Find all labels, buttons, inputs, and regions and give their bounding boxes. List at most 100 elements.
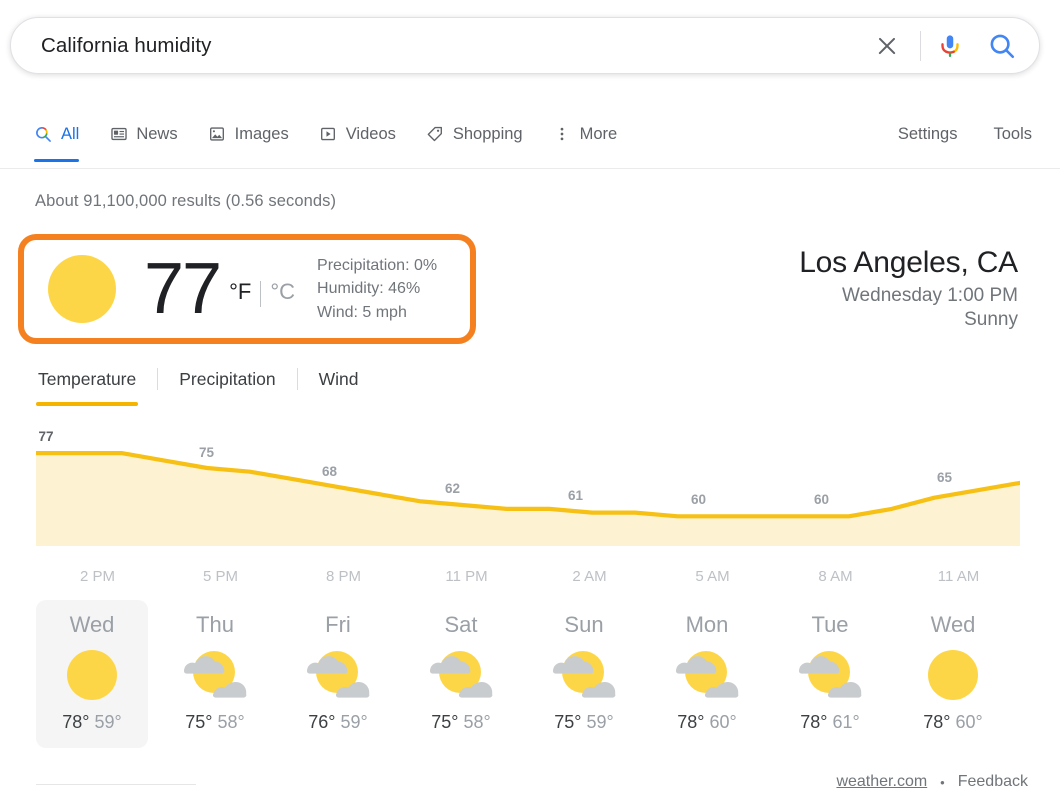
weather-footer: weather.com • Feedback bbox=[836, 773, 1028, 791]
chart-point-label: 60 bbox=[813, 492, 830, 508]
chart-point-label: 68 bbox=[321, 464, 338, 479]
tab-more[interactable]: More bbox=[553, 112, 618, 156]
partly-cloudy-icon bbox=[424, 642, 498, 708]
news-icon bbox=[109, 125, 128, 144]
google-search-icon bbox=[34, 125, 53, 144]
microphone-icon[interactable] bbox=[935, 30, 965, 62]
search-nav-tabs: All News Images Videos Shopping More bbox=[34, 112, 647, 162]
forecast-high: 75° bbox=[185, 712, 213, 732]
settings-button[interactable]: Settings bbox=[898, 125, 958, 144]
chart-hour-axis: 2 PM 5 PM 8 PM 11 PM 2 AM 5 AM 8 AM 11 AM bbox=[36, 568, 1020, 590]
partly-cloudy-icon bbox=[793, 642, 867, 708]
forecast-day-temps: 78° 60° bbox=[923, 712, 982, 733]
forecast-day[interactable]: Tue 78° 61° bbox=[774, 600, 886, 748]
sun-icon bbox=[55, 642, 129, 708]
forecast-day[interactable]: Mon 78° 60° bbox=[651, 600, 763, 748]
tab-wind[interactable]: Wind bbox=[317, 369, 361, 390]
forecast-day-temps: 76° 59° bbox=[308, 712, 367, 733]
forecast-day-name: Sun bbox=[564, 612, 604, 637]
forecast-day-temps: 75° 59° bbox=[554, 712, 613, 733]
chart-point-label: 77 bbox=[38, 429, 54, 445]
partly-cloudy-icon bbox=[301, 642, 375, 708]
chart-hour-label: 2 PM bbox=[79, 568, 116, 585]
tab-precipitation[interactable]: Precipitation bbox=[177, 369, 277, 390]
chart-hour-label: 8 AM bbox=[818, 568, 853, 585]
chart-point-label: 65 bbox=[936, 469, 953, 485]
search-bar[interactable]: California humidity bbox=[10, 17, 1040, 74]
forecast-high: 78° bbox=[677, 712, 705, 732]
forecast-day-name: Mon bbox=[685, 612, 729, 637]
tab-videos[interactable]: Videos bbox=[319, 112, 396, 156]
tab-more-label: More bbox=[579, 124, 618, 143]
close-icon[interactable] bbox=[870, 29, 904, 63]
forecast-low: 58° bbox=[463, 712, 491, 732]
location-condition: Sunny bbox=[964, 308, 1018, 330]
forecast-day[interactable]: Fri 76° 59° bbox=[282, 600, 394, 748]
forecast-high: 75° bbox=[431, 712, 459, 732]
forecast-day-selected[interactable]: Wed 78° 59° bbox=[36, 600, 148, 748]
feedback-link[interactable]: Feedback bbox=[958, 773, 1028, 791]
tab-shopping-label: Shopping bbox=[452, 124, 523, 143]
forecast-day-name: Tue bbox=[811, 612, 849, 637]
forecast-day-name: Thu bbox=[196, 612, 234, 637]
forecast-day[interactable]: Sat 75° 58° bbox=[405, 600, 517, 748]
chart-hour-label: 11 AM bbox=[937, 568, 980, 585]
forecast-day-name: Sat bbox=[444, 612, 478, 637]
search-divider bbox=[920, 30, 921, 61]
more-vertical-icon bbox=[553, 125, 572, 144]
highlight-box bbox=[18, 234, 476, 344]
location-block: Los Angeles, CA Wednesday 1:00 PM Sunny bbox=[799, 246, 1018, 331]
forecast-day-name: Wed bbox=[69, 612, 115, 637]
daily-forecast: Wed 78° 59° Thu 75° 58° Fri 76° 59° Sat 75° 58° Sun 7… bbox=[36, 600, 1020, 750]
source-link[interactable]: weather.com bbox=[836, 773, 927, 791]
result-count: About 91,100,000 results (0.56 seconds) bbox=[35, 192, 337, 210]
chart-hour-label: 5 AM bbox=[695, 568, 730, 585]
forecast-day-temps: 75° 58° bbox=[431, 712, 490, 733]
chart-hour-label: 5 PM bbox=[202, 568, 239, 585]
forecast-day-temps: 78° 59° bbox=[62, 712, 121, 733]
forecast-low: 58° bbox=[217, 712, 245, 732]
forecast-low: 61° bbox=[832, 712, 860, 732]
tab-images[interactable]: Images bbox=[208, 112, 289, 156]
tab-shopping[interactable]: Shopping bbox=[426, 112, 523, 156]
forecast-low: 60° bbox=[709, 712, 737, 732]
search-icon[interactable] bbox=[987, 31, 1017, 61]
chart-hour-label: 8 PM bbox=[325, 568, 362, 585]
tab-temperature[interactable]: Temperature bbox=[36, 368, 139, 406]
tab-news-label: News bbox=[136, 124, 178, 143]
forecast-day[interactable]: Sun 75° 59° bbox=[528, 600, 640, 748]
tab-images-label: Images bbox=[234, 124, 289, 143]
forecast-high: 78° bbox=[923, 712, 951, 732]
forecast-high: 78° bbox=[62, 712, 90, 732]
partly-cloudy-icon bbox=[547, 642, 621, 708]
search-bar-actions bbox=[870, 18, 1039, 73]
image-icon bbox=[208, 125, 227, 144]
tools-button[interactable]: Tools bbox=[993, 125, 1032, 144]
tab-temperature-label: Temperature bbox=[38, 368, 137, 389]
chart-hour-label: 11 PM bbox=[445, 568, 488, 585]
forecast-day[interactable]: Wed 78° 60° bbox=[897, 600, 1009, 748]
tab-all[interactable]: All bbox=[34, 112, 80, 162]
forecast-day[interactable]: Thu 75° 58° bbox=[159, 600, 271, 748]
forecast-high: 76° bbox=[308, 712, 336, 732]
forecast-day-temps: 78° 60° bbox=[677, 712, 736, 733]
chart-hour-label: 2 AM bbox=[572, 568, 607, 585]
forecast-day-name: Fri bbox=[325, 612, 351, 637]
search-results-page: California humidity All News Images Vide… bbox=[0, 0, 1060, 806]
active-tab-underline bbox=[34, 159, 80, 162]
tab-videos-label: Videos bbox=[345, 124, 396, 143]
location-name: Los Angeles, CA bbox=[799, 246, 1018, 279]
partly-cloudy-icon bbox=[670, 642, 744, 708]
tab-wind-label: Wind bbox=[318, 368, 359, 389]
tab-all-label: All bbox=[61, 124, 80, 143]
tab-precipitation-label: Precipitation bbox=[179, 368, 276, 389]
forecast-low: 59° bbox=[340, 712, 368, 732]
forecast-high: 75° bbox=[554, 712, 582, 732]
forecast-day-temps: 75° 58° bbox=[185, 712, 244, 733]
search-nav: All News Images Videos Shopping More Set… bbox=[0, 112, 1060, 168]
video-icon bbox=[319, 125, 338, 144]
tab-news[interactable]: News bbox=[109, 112, 178, 156]
footer-divider bbox=[36, 784, 196, 785]
search-input[interactable]: California humidity bbox=[41, 34, 870, 58]
metric-tab-divider bbox=[296, 368, 298, 390]
